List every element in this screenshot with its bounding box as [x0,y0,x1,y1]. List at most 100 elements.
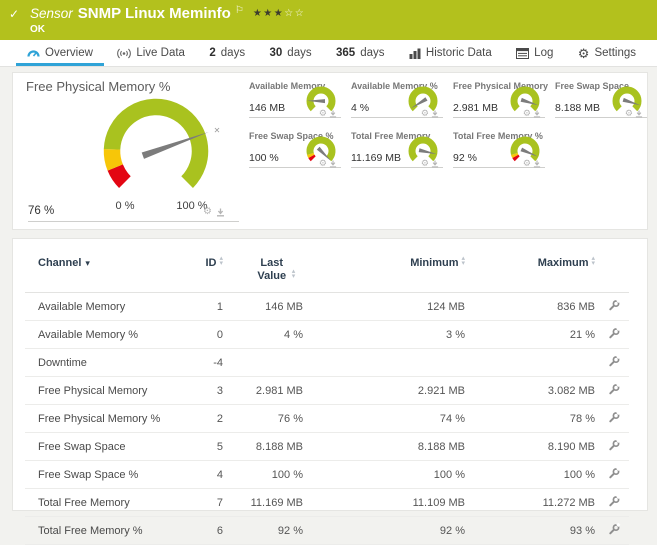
gauge-actions: ⚙ [203,207,225,217]
gauge-value: 2.981 MB [453,102,498,114]
channel-settings-icon[interactable] [608,298,621,312]
gauge-value: 4 % [351,102,370,114]
channel-minimum: 8.188 MB [315,432,470,461]
channel-minimum: 124 MB [315,292,470,321]
star-empty-icon[interactable]: ☆ [295,8,305,19]
channel-settings-icon[interactable] [608,326,621,340]
chart-icon [409,48,421,59]
gear-icon[interactable]: ⚙ [523,109,531,118]
column-header-channel[interactable]: Channel ▾ [25,251,195,293]
gauge-actions: ⚙ [523,109,541,118]
table-row-free-swap-space: Free Swap Space 5 8.188 MB 8.188 MB 8.190 MB [25,432,629,461]
flag-icon[interactable]: ⚐ [235,5,244,16]
sensor-header: ✓ Sensor SNMP Linux Meminfo ⚐ ★★★☆☆ OK [0,0,657,40]
channel-settings-icon[interactable] [608,382,621,396]
channel-settings-icon[interactable] [608,522,621,536]
star-filled-icon[interactable]: ★ [263,8,273,19]
tab-settings[interactable]: ⚙ Settings [575,40,639,66]
priority-stars[interactable]: ★★★☆☆ [253,8,305,19]
channel-settings-icon[interactable] [608,410,621,424]
channel-name: Free Physical Memory [25,376,195,405]
pin-icon[interactable] [216,208,225,217]
channel-name: Total Free Memory [25,488,195,517]
pin-icon[interactable] [431,109,439,118]
table-row-total-free-memory: Total Free Memory 7 11.169 MB 11.109 MB 11.2… [25,488,629,517]
gauge-tile-free-physical-memory: Free Physical Memory 2.981 MB ⚙ [453,79,548,129]
column-header-last-value[interactable]: Last Value ▴ ▾ [235,251,315,293]
pin-icon[interactable] [533,109,541,118]
channel-maximum: 8.190 MB [470,432,600,461]
sort-icon[interactable]: ▴ ▾ [292,268,296,279]
channel-minimum [315,348,470,377]
tab-label: Settings [594,47,636,59]
sort-icon[interactable]: ▴ ▾ [461,255,465,266]
channel-name: Total Free Memory % [25,516,195,545]
gear-icon[interactable]: ⚙ [203,207,212,217]
gear-icon[interactable]: ⚙ [625,109,633,118]
gauge-actions: ⚙ [625,109,643,118]
channel-minimum: 2.921 MB [315,376,470,405]
gauge-scale-min: 0 % [116,200,135,212]
gear-icon[interactable]: ⚙ [421,159,429,168]
column-header-maximum[interactable]: Maximum ▴ ▾ [470,251,600,293]
channel-name: Available Memory % [25,320,195,349]
column-header-minimum[interactable]: Minimum ▴ ▾ [315,251,470,293]
gauge-actions: ⚙ [319,159,337,168]
pin-icon[interactable] [533,159,541,168]
tab-label: days [287,47,312,59]
channel-last-value: 92 % [235,516,315,545]
gear-icon[interactable]: ⚙ [421,109,429,118]
gear-icon: ⚙ [577,45,590,61]
tab-live-data[interactable]: Live Data [114,40,188,66]
channel-settings-icon[interactable] [608,354,621,368]
channel-last-value: 76 % [235,404,315,433]
channel-id: 3 [195,376,235,405]
tab-historic-data[interactable]: Historic Data [406,40,495,66]
channel-maximum [470,348,600,377]
sensor-status-badge: OK [30,24,45,35]
pin-icon[interactable] [329,159,337,168]
content-area: Free Physical Memory % 0 % 100 % ✕ 76 % … [0,67,657,545]
tab-30-days[interactable]: 30 days [267,40,315,66]
star-empty-icon[interactable]: ☆ [284,8,294,19]
channel-last-value [235,348,315,377]
star-filled-icon[interactable]: ★ [274,8,284,19]
channel-name: Available Memory [25,292,195,321]
page-title: SNMP Linux Meminfo [77,5,231,22]
tab-365-days[interactable]: 365 days [333,40,387,66]
column-header-id[interactable]: ID ▴ ▾ [195,251,235,293]
channel-id: 2 [195,404,235,433]
gauge-value: 11.169 MB [351,152,402,164]
channel-name: Free Physical Memory % [25,404,195,433]
divider [28,221,239,222]
tab-log[interactable]: Log [513,40,556,66]
gauges-panel: Free Physical Memory % 0 % 100 % ✕ 76 % … [12,72,648,230]
main-gauge-chart: 0 % 100 % ✕ [103,98,220,212]
channel-settings-icon[interactable] [608,494,621,508]
star-filled-icon[interactable]: ★ [253,8,263,19]
tab-label: Overview [45,47,93,59]
sort-desc-icon[interactable]: ▾ [85,258,90,268]
channel-table-panel: Channel ▾ ID ▴ ▾ Last Value ▴ ▾ Minimum ▴ ▾ Max… [12,238,648,545]
signal-icon [117,48,132,58]
channel-settings-icon[interactable] [608,438,621,452]
tab-2-days[interactable]: 2 days [206,40,248,66]
channel-settings-icon[interactable] [608,466,621,480]
gauge-value: 100 % [249,152,279,164]
gear-icon[interactable]: ⚙ [523,159,531,168]
gear-icon[interactable]: ⚙ [319,159,327,168]
tab-overview[interactable]: Overview [16,40,104,66]
tab-label: Log [534,47,554,59]
channel-maximum: 93 % [470,516,600,545]
gear-icon[interactable]: ⚙ [319,109,327,118]
table-row-downtime: Downtime -4 [25,348,629,377]
pin-icon[interactable] [431,159,439,168]
tab-bar: Overview Live Data 2 days 30 days 365 da… [0,40,657,67]
sort-icon[interactable]: ▴ ▾ [219,255,223,266]
channel-name: Free Swap Space [25,432,195,461]
pin-icon[interactable] [329,109,337,118]
channel-minimum: 100 % [315,460,470,489]
sort-icon[interactable]: ▴ ▾ [591,255,595,266]
pin-icon[interactable] [635,109,643,118]
channel-id: 6 [195,516,235,545]
